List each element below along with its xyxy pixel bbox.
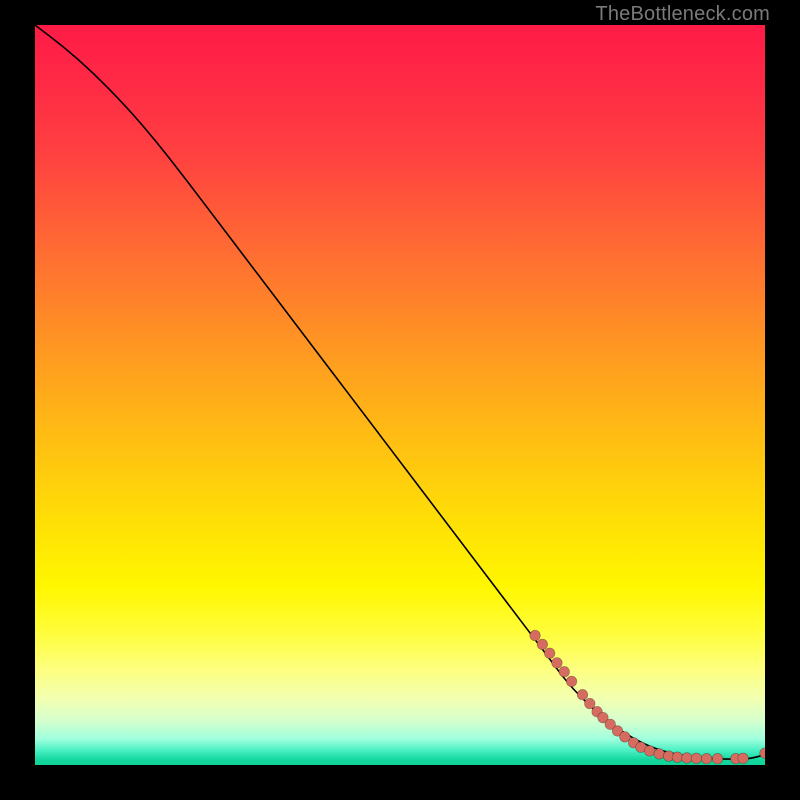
plot-area (35, 25, 765, 765)
marker-dot (701, 753, 712, 764)
marker-dot (682, 753, 693, 764)
curve-markers (530, 630, 765, 764)
marker-dot (760, 748, 765, 759)
marker-dot (712, 753, 723, 764)
marker-dot (654, 749, 665, 760)
marker-dot (672, 752, 683, 763)
marker-dot (566, 676, 577, 687)
chart-stage: TheBottleneck.com (0, 0, 800, 800)
marker-dot (585, 698, 596, 709)
marker-dot (544, 648, 555, 659)
curve-layer (35, 25, 765, 765)
marker-dot (537, 639, 548, 650)
marker-dot (644, 746, 655, 757)
marker-dot (738, 753, 749, 764)
marker-dot (577, 689, 588, 700)
watermark-text: TheBottleneck.com (595, 3, 770, 26)
marker-dot (530, 630, 541, 641)
bottleneck-curve (35, 25, 765, 759)
marker-dot (691, 753, 702, 764)
marker-dot (559, 666, 570, 677)
marker-dot (552, 658, 563, 669)
